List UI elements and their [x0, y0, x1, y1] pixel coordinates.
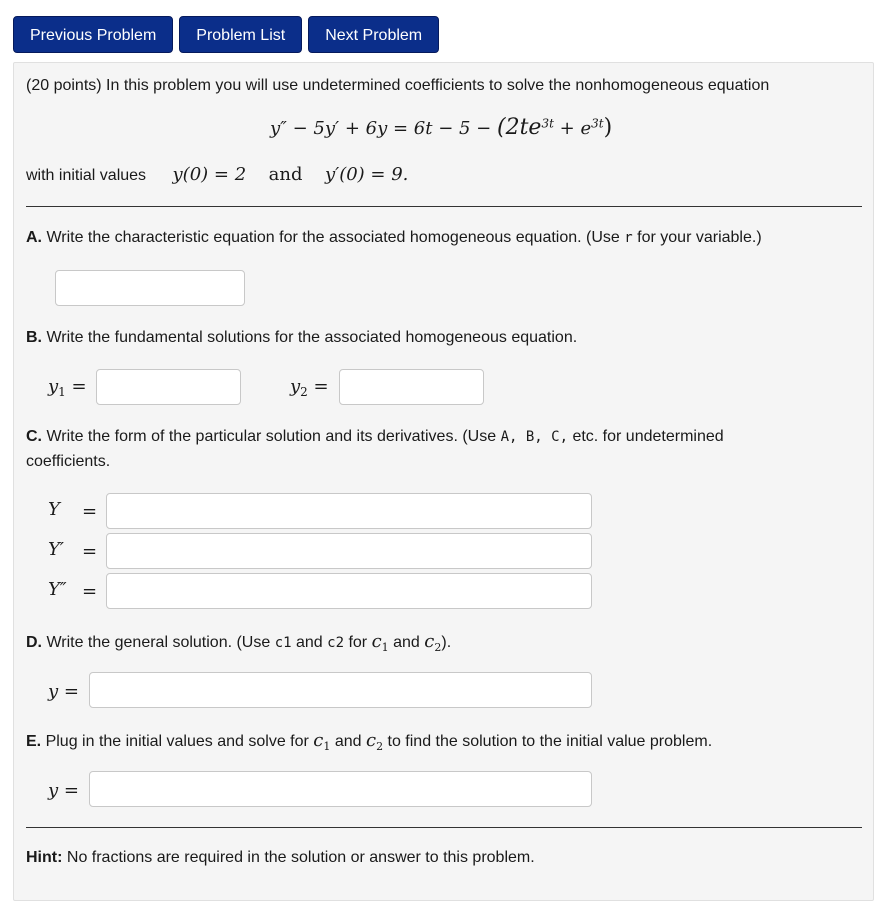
y1-label: y1 =	[48, 376, 87, 400]
Y-prime-input[interactable]	[106, 533, 592, 569]
y2-label: y2 =	[290, 376, 329, 400]
initial-values: with initial values y(0) = 2 and y′(0) =…	[26, 164, 409, 185]
y2-input[interactable]	[339, 369, 484, 405]
hint: Hint: No fractions are required in the s…	[26, 849, 535, 866]
part-a-prompt: A. Write the characteristic equation for…	[26, 229, 762, 246]
differential-equation: y″ − 5y′ + 6y = 6t − 5 − (2te3t + e3t)	[270, 115, 613, 140]
Y-equals: =	[82, 501, 98, 522]
part-b-prompt: B. Write the fundamental solutions for t…	[26, 329, 578, 346]
part-c-prompt: C. Write the form of the particular solu…	[26, 428, 724, 445]
Y-input[interactable]	[106, 493, 592, 529]
ivp-solution-label: y =	[48, 780, 79, 801]
part-c-prompt-line2: coefficients.	[26, 453, 111, 470]
Y-prime-label: Y′	[48, 539, 64, 560]
problem-list-button[interactable]: Problem List	[179, 16, 303, 53]
general-solution-input[interactable]	[89, 672, 592, 708]
Y-label: Y	[48, 499, 60, 520]
problem-intro: (20 points) In this problem you will use…	[26, 77, 770, 94]
general-solution-label: y =	[48, 681, 79, 702]
Y-double-prime-equals: =	[82, 581, 98, 602]
divider	[26, 827, 862, 828]
part-d-prompt: D. Write the general solution. (Use c1 a…	[26, 631, 452, 655]
Y-double-prime-label: Y″	[48, 579, 67, 600]
divider	[26, 206, 862, 207]
previous-problem-button[interactable]: Previous Problem	[13, 16, 174, 53]
characteristic-equation-input[interactable]	[55, 270, 245, 306]
problem-panel: (20 points) In this problem you will use…	[13, 62, 874, 901]
problem-navigation: Previous Problem Problem List Next Probl…	[13, 16, 440, 53]
ivp-solution-input[interactable]	[89, 771, 592, 807]
y1-input[interactable]	[96, 369, 241, 405]
Y-double-prime-input[interactable]	[106, 573, 592, 609]
part-e-prompt: E. Plug in the initial values and solve …	[26, 730, 713, 754]
next-problem-button[interactable]: Next Problem	[308, 16, 440, 53]
Y-prime-equals: =	[82, 541, 98, 562]
